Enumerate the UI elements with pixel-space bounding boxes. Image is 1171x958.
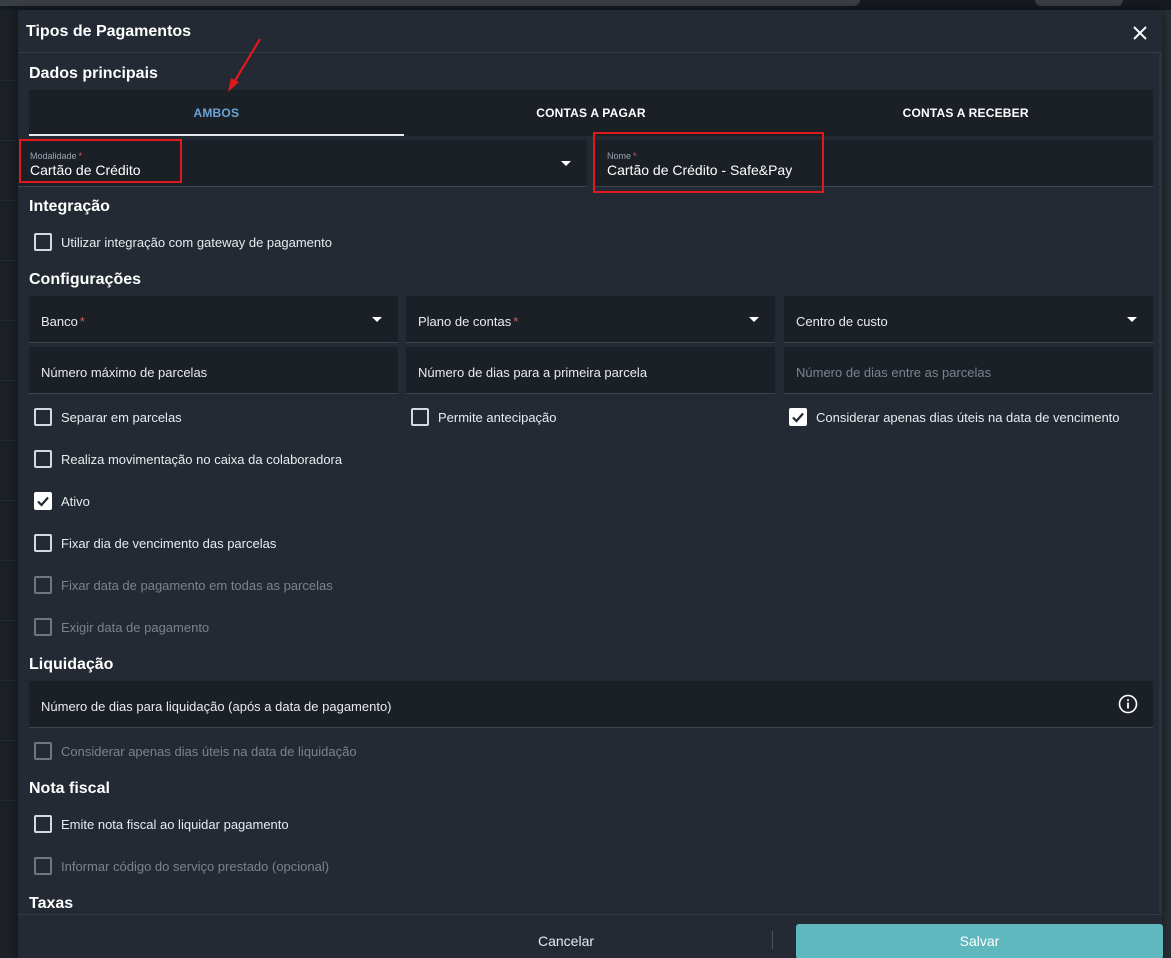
fixar-dia-vencimento-label: Fixar dia de vencimento das parcelas <box>61 535 277 551</box>
dias-uteis-liquidacao-label: Considerar apenas dias úteis na data de … <box>61 743 357 759</box>
tab-bar: AMBOS CONTAS A PAGAR CONTAS A RECEBER <box>29 90 1153 136</box>
modalidade-label: Modalidade * <box>30 151 83 161</box>
tab-ambos-label: AMBOS <box>193 106 240 120</box>
cancel-button[interactable]: Cancelar <box>488 927 644 955</box>
ativo-label: Ativo <box>61 493 90 509</box>
antecipacao-row[interactable]: Permite antecipação <box>411 407 557 427</box>
backdrop-left-panel <box>0 10 18 958</box>
dias-uteis-liquidacao-row[interactable]: Considerar apenas dias úteis na data de … <box>34 741 357 761</box>
dias-entre-parcelas-label: Número de dias entre as parcelas <box>796 365 992 380</box>
dias-liquidacao-input[interactable]: Número de dias para liquidação (após a d… <box>29 681 1153 728</box>
emite-nota-fiscal-checkbox[interactable] <box>34 815 52 833</box>
section-title-main: Dados principais <box>29 65 158 82</box>
dias-primeira-parcela-label: Número de dias para a primeira parcela <box>418 365 648 380</box>
antecipacao-label: Permite antecipação <box>438 409 557 425</box>
dias-entre-parcelas-input[interactable]: Número de dias entre as parcelas <box>784 347 1153 394</box>
tab-contas-a-receber[interactable]: CONTAS A RECEBER <box>778 90 1153 136</box>
exigir-data-pagamento-row[interactable]: Exigir data de pagamento <box>34 617 209 637</box>
movimentacao-caixa-row[interactable]: Realiza movimentação no caixa da colabor… <box>34 449 342 469</box>
modalidade-value: Cartão de Crédito <box>30 162 141 178</box>
close-button[interactable] <box>1128 21 1152 45</box>
nome-value: Cartão de Crédito - Safe&Pay <box>607 162 793 178</box>
nome-input[interactable]: Nome * Cartão de Crédito - Safe&Pay <box>595 140 1153 187</box>
close-icon <box>1133 26 1147 40</box>
max-parcelas-label: Número máximo de parcelas <box>41 365 208 380</box>
backdrop-right-panel <box>1162 10 1171 958</box>
chevron-down-icon <box>561 161 571 166</box>
check-icon <box>37 496 49 507</box>
section-title-invoice: Nota fiscal <box>29 780 110 797</box>
emite-nota-fiscal-label: Emite nota fiscal ao liquidar pagamento <box>61 816 289 832</box>
save-button[interactable]: Salvar <box>796 924 1163 958</box>
backdrop-bar <box>0 0 860 6</box>
modalidade-select[interactable]: Modalidade * Cartão de Crédito <box>18 140 587 187</box>
movimentacao-caixa-label: Realiza movimentação no caixa da colabor… <box>61 451 343 467</box>
backdrop-pill <box>1035 0 1123 6</box>
exigir-data-pagamento-checkbox[interactable] <box>34 618 52 636</box>
section-title-integration: Integração <box>29 198 110 215</box>
dialog-footer: Cancelar Salvar <box>18 914 1163 958</box>
chevron-down-icon <box>372 317 382 322</box>
ativo-checkbox[interactable] <box>34 492 52 510</box>
separar-parcelas-checkbox[interactable] <box>34 408 52 426</box>
payment-types-dialog: Tipos de Pagamentos Dados principais AMB… <box>18 10 1163 958</box>
separar-parcelas-row[interactable]: Separar em parcelas <box>34 407 182 427</box>
dias-uteis-vencimento-checkbox[interactable] <box>789 408 807 426</box>
ativo-row[interactable]: Ativo <box>34 491 90 511</box>
antecipacao-checkbox[interactable] <box>411 408 429 426</box>
codigo-servico-row[interactable]: Informar código do serviço prestado (opc… <box>34 856 329 876</box>
dias-uteis-vencimento-label: Considerar apenas dias úteis na data de … <box>816 409 1120 425</box>
exigir-data-pagamento-label: Exigir data de pagamento <box>61 619 210 635</box>
tab-contas-a-receber-label: CONTAS A RECEBER <box>902 106 1029 120</box>
dias-uteis-liquidacao-checkbox[interactable] <box>34 742 52 760</box>
tab-ambos[interactable]: AMBOS <box>29 90 404 136</box>
centro-custo-select[interactable]: Centro de custo <box>784 296 1153 343</box>
fixar-dia-vencimento-checkbox[interactable] <box>34 534 52 552</box>
dias-uteis-vencimento-row[interactable]: Considerar apenas dias úteis na data de … <box>789 407 1120 427</box>
gateway-checkbox-row[interactable]: Utilizar integração com gateway de pagam… <box>34 232 332 252</box>
section-title-config: Configurações <box>29 271 142 288</box>
chevron-down-icon <box>1127 317 1137 322</box>
fixar-data-pagamento-checkbox[interactable] <box>34 576 52 594</box>
codigo-servico-label: Informar código do serviço prestado (opc… <box>61 858 330 874</box>
codigo-servico-checkbox[interactable] <box>34 857 52 875</box>
fixar-data-pagamento-label: Fixar data de pagamento em todas as parc… <box>61 577 333 593</box>
fixar-data-pagamento-row[interactable]: Fixar data de pagamento em todas as parc… <box>34 575 333 595</box>
dialog-title: Tipos de Pagamentos <box>26 23 192 40</box>
fixar-dia-vencimento-row[interactable]: Fixar dia de vencimento das parcelas <box>34 533 276 553</box>
footer-divider <box>772 931 773 949</box>
dias-liquidacao-label: Número de dias para liquidação (após a d… <box>41 699 392 714</box>
gateway-checkbox-label: Utilizar integração com gateway de pagam… <box>61 234 332 250</box>
max-parcelas-input[interactable]: Número máximo de parcelas <box>29 347 398 394</box>
movimentacao-caixa-checkbox[interactable] <box>34 450 52 468</box>
section-title-settlement: Liquidação <box>29 656 114 673</box>
banco-label: Banco * <box>41 314 85 329</box>
check-icon <box>792 412 804 423</box>
nome-label: Nome * <box>607 151 637 161</box>
gateway-checkbox[interactable] <box>34 233 52 251</box>
scrollbar-track[interactable] <box>1159 53 1162 913</box>
info-icon[interactable] <box>1118 694 1138 714</box>
tab-contas-a-pagar[interactable]: CONTAS A PAGAR <box>404 90 779 136</box>
separar-parcelas-label: Separar em parcelas <box>61 409 182 425</box>
dias-primeira-parcela-input[interactable]: Número de dias para a primeira parcela <box>406 347 775 394</box>
tab-contas-a-pagar-label: CONTAS A PAGAR <box>536 106 646 120</box>
chevron-down-icon <box>749 317 759 322</box>
annotation-arrow-icon <box>228 38 261 92</box>
banco-select[interactable]: Banco * <box>29 296 398 343</box>
centro-custo-label: Centro de custo <box>796 314 888 329</box>
emite-nota-fiscal-row[interactable]: Emite nota fiscal ao liquidar pagamento <box>34 814 289 834</box>
section-title-fees: Taxas <box>29 895 74 912</box>
dialog-header: Tipos de Pagamentos <box>18 10 1162 53</box>
plano-contas-label: Plano de contas * <box>418 314 519 329</box>
plano-contas-select[interactable]: Plano de contas * <box>406 296 775 343</box>
